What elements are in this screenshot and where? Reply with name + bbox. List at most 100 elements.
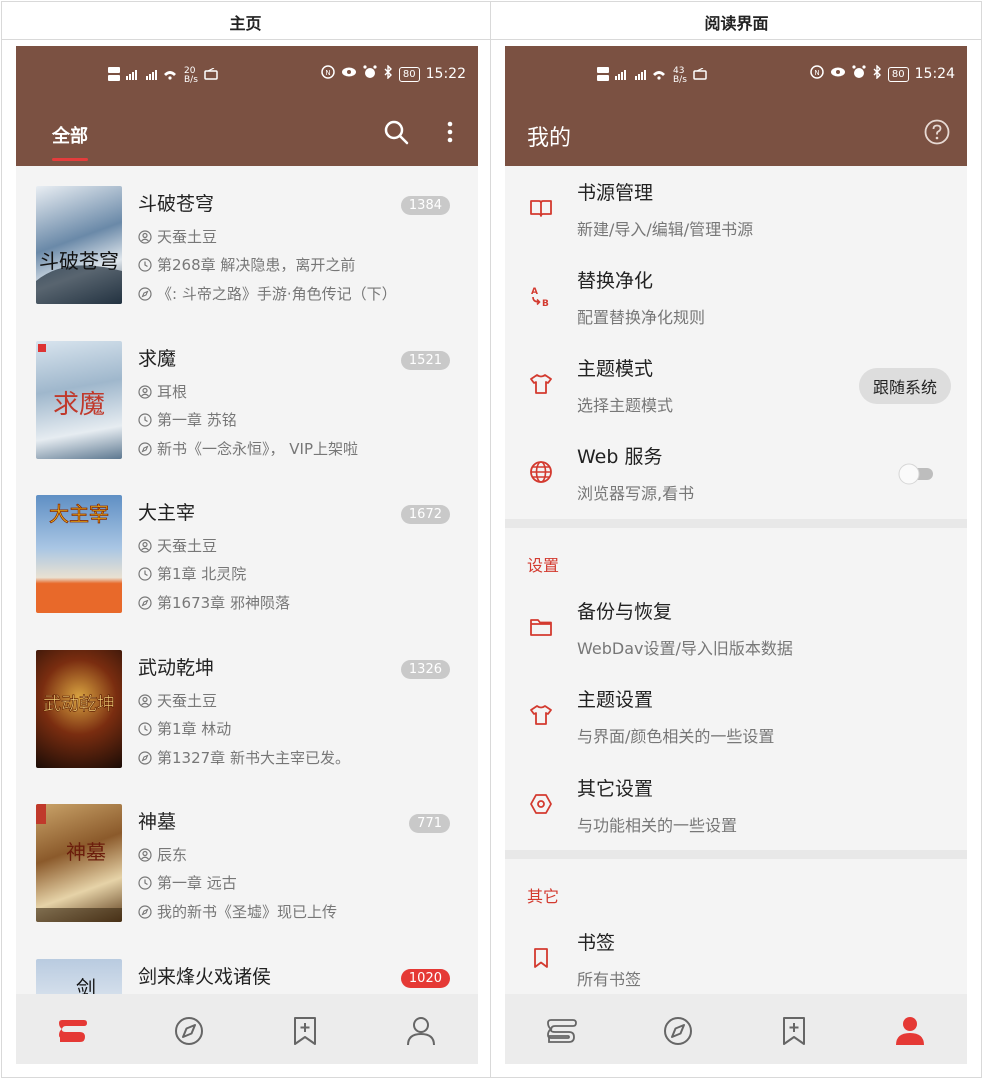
status-bar: 20 B/s N 80 15:22 — [16, 46, 478, 104]
person-icon[interactable] — [893, 1014, 927, 1048]
bookshelf-icon[interactable] — [56, 1014, 90, 1048]
settings-item-backup[interactable]: 备份与恢复 WebDav设置/导入旧版本数据 — [505, 585, 967, 673]
status-signal-group: 43 B/s — [597, 64, 707, 87]
replace-ab-icon: AB — [529, 284, 553, 309]
status-right-group: N 80 15:24 — [810, 64, 955, 83]
battery-indicator: 80 — [887, 66, 909, 82]
app-bar: 我的 — [505, 104, 967, 166]
unread-count-badge: 1326 — [400, 660, 450, 679]
svg-text:大主宰: 大主宰 — [49, 502, 109, 526]
settings-item-subtitle: 配置替换净化规则 — [577, 308, 706, 327]
compass-small-icon — [138, 595, 152, 610]
radio-icon — [693, 67, 707, 83]
section-divider — [505, 519, 967, 528]
person-circle-icon — [138, 538, 152, 553]
settings-item-title: 替换净化 — [577, 270, 654, 292]
unread-count-badge: 1384 — [400, 196, 450, 215]
book-read-row: 第一章 远古 — [138, 872, 237, 893]
settings-item-theme-settings[interactable]: 主题设置 与界面/颜色相关的一些设置 — [505, 673, 967, 761]
book-author: 天蚕土豆 — [157, 228, 218, 246]
net-speed: 43 B/s — [673, 65, 687, 85]
clock-icon — [138, 721, 152, 736]
settings-item-subtitle: 与界面/颜色相关的一些设置 — [577, 727, 775, 746]
tab-all[interactable]: 全部 — [52, 122, 88, 148]
section-title-other: 其它 — [527, 887, 560, 906]
svg-text:A: A — [531, 287, 538, 297]
book-open-icon — [529, 196, 553, 220]
book-read-chapter: 第1章 林动 — [157, 720, 232, 738]
settings-item-other-settings[interactable]: 其它设置 与功能相关的一些设置 — [505, 762, 967, 850]
book-item[interactable]: 大主宰 大主宰 1672 天蚕土豆 第1章 北灵院 第1673章 邪神陨落 — [36, 495, 466, 615]
settings-item-title: 主题设置 — [577, 689, 654, 711]
svg-text:神墓: 神墓 — [66, 840, 106, 864]
book-read-row: 第1章 北灵院 — [138, 563, 246, 584]
compass-small-icon — [138, 286, 152, 301]
status-bar: 43 B/s N 80 15:24 — [505, 46, 967, 104]
book-title: 武动乾坤 — [138, 657, 215, 679]
right-column-title: 阅读界面 — [704, 14, 769, 33]
book-latest-row: 第1673章 邪神陨落 — [138, 592, 290, 613]
signal-icon — [597, 64, 667, 87]
app-bar: 全部 — [16, 104, 478, 166]
book-author-row: 天蚕土豆 — [138, 690, 217, 711]
bookshelf-icon[interactable] — [545, 1014, 579, 1048]
theme-mode-selector[interactable]: 跟随系统 — [858, 368, 951, 404]
settings-item-subtitle: 浏览器写源,看书 — [577, 484, 695, 503]
eye-icon — [341, 66, 357, 82]
book-cover: 大主宰 — [36, 495, 122, 613]
compass-icon[interactable] — [661, 1014, 695, 1048]
settings-item-subtitle: 新建/导入/编辑/管理书源 — [577, 220, 754, 239]
settings-item-book-source[interactable]: 书源管理 新建/导入/编辑/管理书源 — [505, 166, 967, 254]
section-title-settings: 设置 — [527, 556, 560, 575]
globe-icon — [529, 460, 553, 484]
unread-count-badge: 771 — [409, 814, 450, 833]
clock-time: 15:24 — [914, 66, 955, 82]
book-latest-chapter: 新书《一念永恒》， VIP上架啦 — [157, 440, 358, 458]
book-latest-row: 我的新书《圣墟》现已上传 — [138, 901, 337, 922]
signal-icon — [108, 64, 178, 87]
person-circle-icon — [138, 384, 152, 399]
clock-icon — [138, 257, 152, 272]
book-author: 天蚕土豆 — [157, 537, 218, 555]
hexagon-settings-icon — [529, 792, 553, 816]
status-signal-group: 20 B/s — [108, 64, 218, 87]
tab-indicator — [52, 158, 88, 161]
column-divider — [490, 1, 491, 1078]
search-icon[interactable] — [382, 118, 410, 146]
compass-icon[interactable] — [172, 1014, 206, 1048]
settings-item-subtitle: 选择主题模式 — [577, 396, 674, 415]
bookshelf-screen: 20 B/s N 80 15:22 全部 斗破苍穹 斗破苍穹 1384 天蚕土豆… — [16, 46, 478, 1064]
book-read-row: 第268章 解决隐患，离开之前 — [138, 254, 355, 275]
more-vertical-icon[interactable] — [436, 118, 464, 146]
page-title: 我的 — [527, 126, 572, 151]
book-cover: 求魔 — [36, 341, 122, 459]
book-latest-chapter: 第1673章 邪神陨落 — [157, 594, 290, 612]
book-read-row: 第1章 林动 — [138, 718, 231, 739]
book-title: 斗破苍穹 — [138, 193, 215, 215]
svg-text:N: N — [325, 69, 330, 77]
book-item[interactable]: 斗破苍穹 斗破苍穹 1384 天蚕土豆 第268章 解决隐患，离开之前 《: 斗… — [36, 186, 466, 306]
bookmark-add-icon[interactable] — [288, 1014, 322, 1048]
settings-item-web-service[interactable]: Web 服务 浏览器写源,看书 — [505, 430, 967, 518]
left-column-title: 主页 — [229, 14, 262, 33]
book-item[interactable]: 武动乾坤 武动乾坤 1326 天蚕土豆 第1章 林动 第1327章 新书大主宰已… — [36, 650, 466, 770]
book-cover: 神墓 — [36, 804, 122, 922]
settings-item-theme-mode[interactable]: 主题模式 选择主题模式 跟随系统 — [505, 342, 967, 430]
book-author-row: 天蚕土豆 — [138, 226, 217, 247]
book-title: 求魔 — [138, 348, 177, 370]
alarm-icon — [363, 65, 377, 83]
help-circle-icon[interactable] — [923, 118, 951, 146]
bookmark-add-icon[interactable] — [777, 1014, 811, 1048]
book-latest-chapter: 第1327章 新书大主宰已发。 — [157, 749, 350, 767]
web-service-toggle[interactable] — [897, 462, 937, 486]
tshirt-icon — [529, 372, 553, 396]
settings-item-replace[interactable]: AB 替换净化 配置替换净化规则 — [505, 254, 967, 342]
person-icon[interactable] — [404, 1014, 438, 1048]
book-item[interactable]: 求魔 求魔 1521 耳根 第一章 苏铭 新书《一念永恒》， VIP上架啦 — [36, 341, 466, 461]
book-title: 神墓 — [138, 811, 177, 833]
alarm-icon — [852, 65, 866, 83]
settings-item-bookmarks[interactable]: 书签 所有书签 — [505, 916, 967, 1004]
book-item[interactable]: 神墓 神墓 771 辰东 第一章 远古 我的新书《圣墟》现已上传 — [36, 804, 466, 924]
settings-item-title: Web 服务 — [577, 446, 663, 468]
book-author-row: 天蚕土豆 — [138, 535, 217, 556]
